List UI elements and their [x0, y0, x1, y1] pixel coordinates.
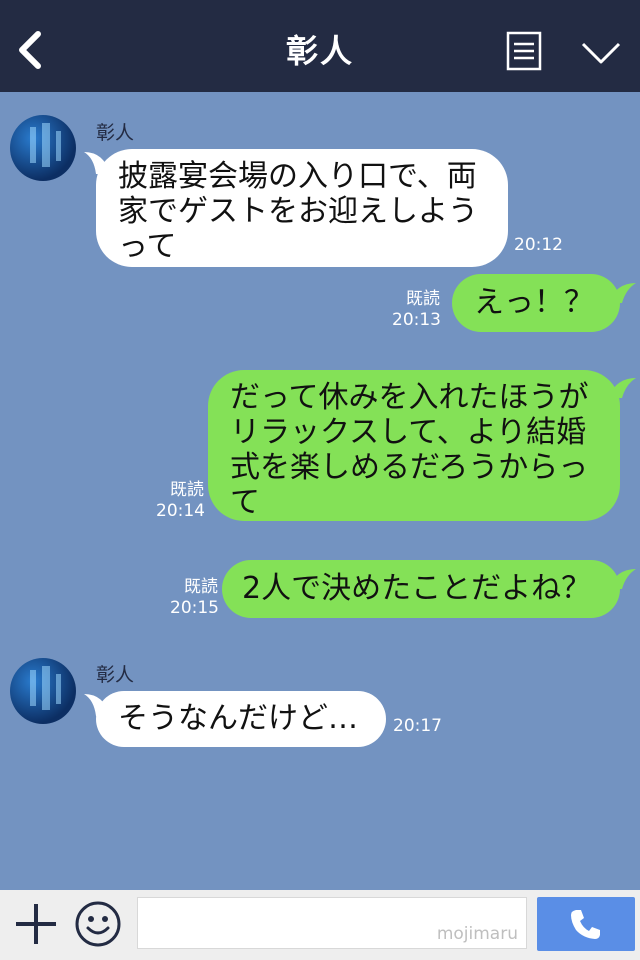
avatar[interactable] — [10, 115, 76, 181]
bubble-tail — [608, 378, 636, 398]
plus-icon[interactable] — [14, 902, 58, 946]
message-meta: 既読 20:14 — [156, 480, 205, 522]
avatar[interactable] — [10, 658, 76, 724]
message-bubble[interactable]: そうなんだけど… — [96, 691, 386, 747]
sender-name: 彰人 — [96, 664, 135, 686]
message-time: 20:12 — [514, 235, 563, 255]
send-button[interactable] — [537, 897, 635, 951]
message-bubble[interactable]: えっ！？ — [452, 274, 620, 332]
chat-header: 彰人 — [0, 0, 640, 92]
read-status: 既読 — [170, 480, 204, 500]
phone-icon — [571, 910, 600, 939]
sender-name: 彰人 — [96, 122, 135, 144]
message-time: 20:13 — [392, 310, 441, 330]
message-meta: 既読 20:15 — [170, 577, 219, 619]
message-bubble[interactable]: 披露宴会場の入り口で、両 家でゲストをお迎えしよう って — [96, 149, 508, 267]
message-bubble[interactable]: だって休みを入れたほうが リラックスして、より結婚 式を楽しめるだろうからっ て — [208, 370, 620, 521]
chat-area: 彰人 披露宴会場の入り口で、両 家でゲストをお迎えしよう って 20:12 既読… — [0, 92, 640, 890]
chevron-down-icon[interactable] — [580, 38, 622, 68]
emoji-icon[interactable] — [74, 900, 122, 948]
message-time: 20:17 — [393, 716, 442, 736]
message-time: 20:15 — [170, 598, 219, 618]
message-time: 20:14 — [156, 501, 205, 521]
read-status: 既読 — [406, 289, 440, 309]
menu-list-icon[interactable] — [506, 31, 542, 71]
bubble-tail — [608, 569, 636, 589]
read-status: 既読 — [184, 577, 218, 597]
chat-title: 彰人 — [285, 32, 354, 70]
message-input[interactable]: mojimaru — [137, 897, 527, 949]
message-bubble[interactable]: 2人で決めたことだよね？ — [222, 560, 620, 618]
message-meta: 既読 20:13 — [392, 289, 441, 331]
bubble-tail — [608, 283, 636, 303]
watermark: mojimaru — [436, 924, 518, 944]
